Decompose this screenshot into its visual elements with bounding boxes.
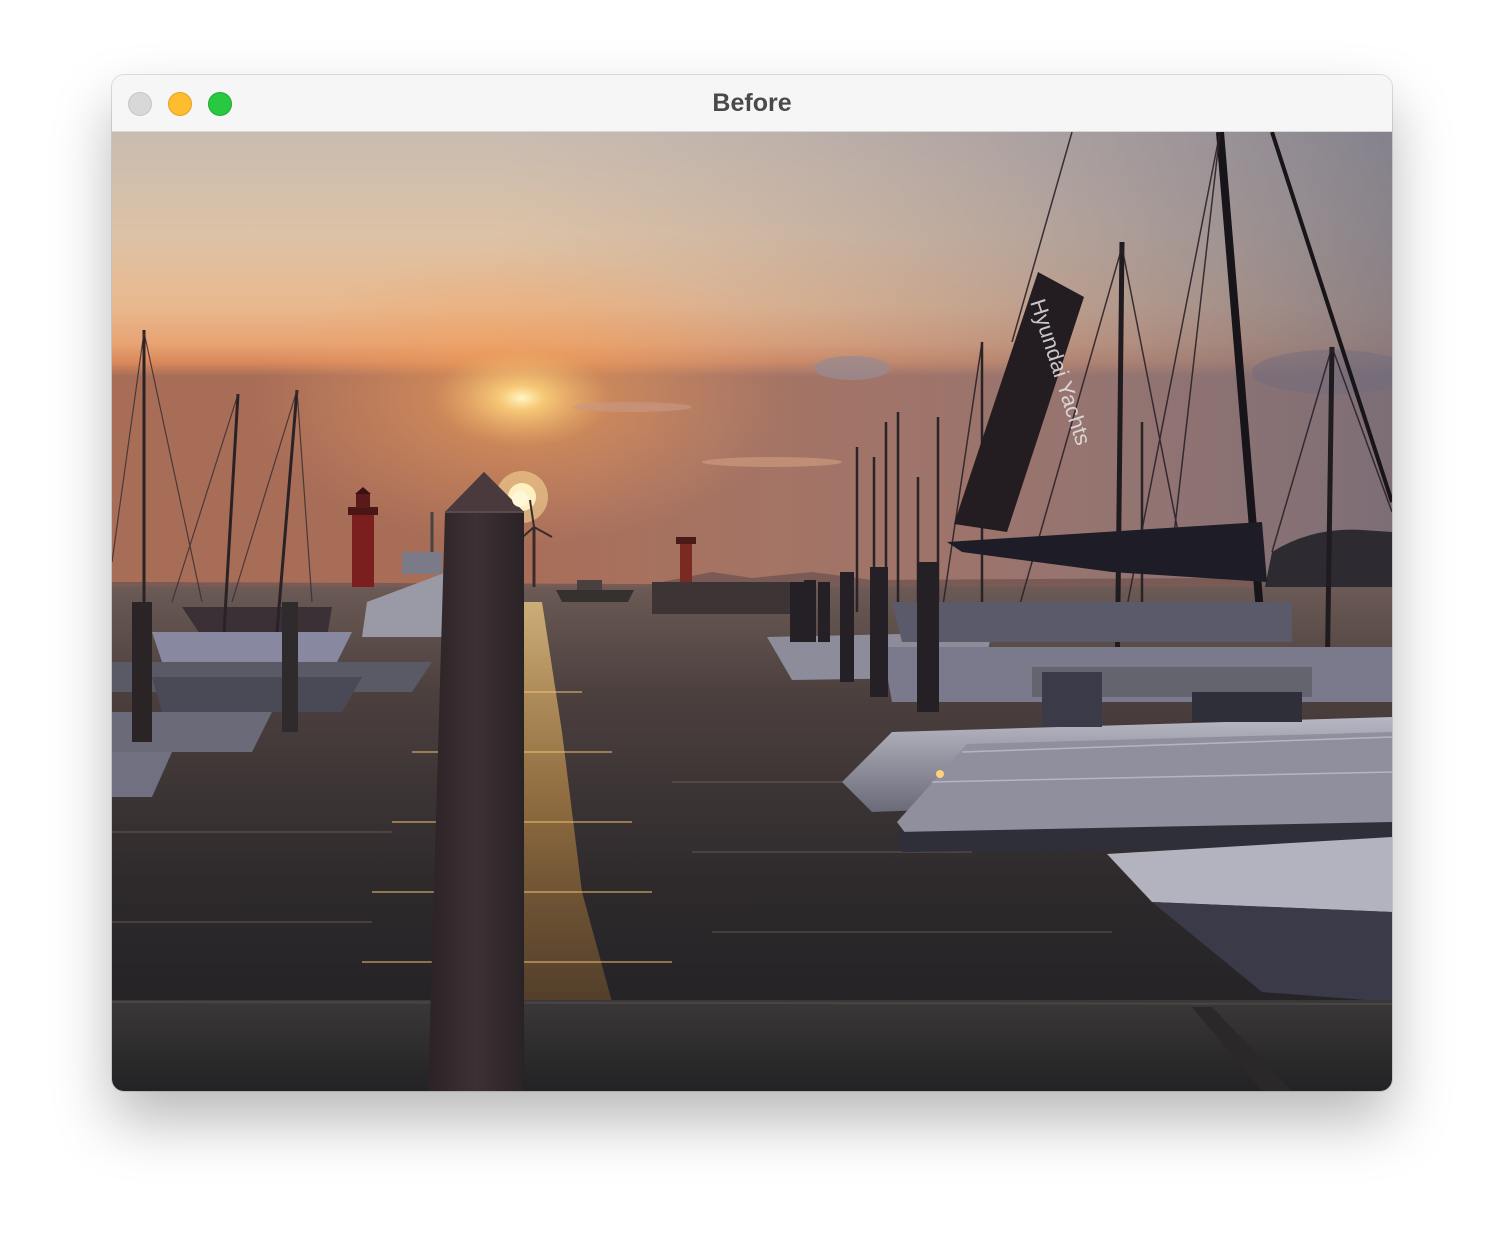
title-bar[interactable]: Before [112, 75, 1392, 132]
image-viewer-window: Before Hyundai Yachts [112, 75, 1392, 1091]
marina-sunset-photo: Hyundai Yachts [112, 132, 1392, 1091]
window-title: Before [712, 89, 792, 117]
